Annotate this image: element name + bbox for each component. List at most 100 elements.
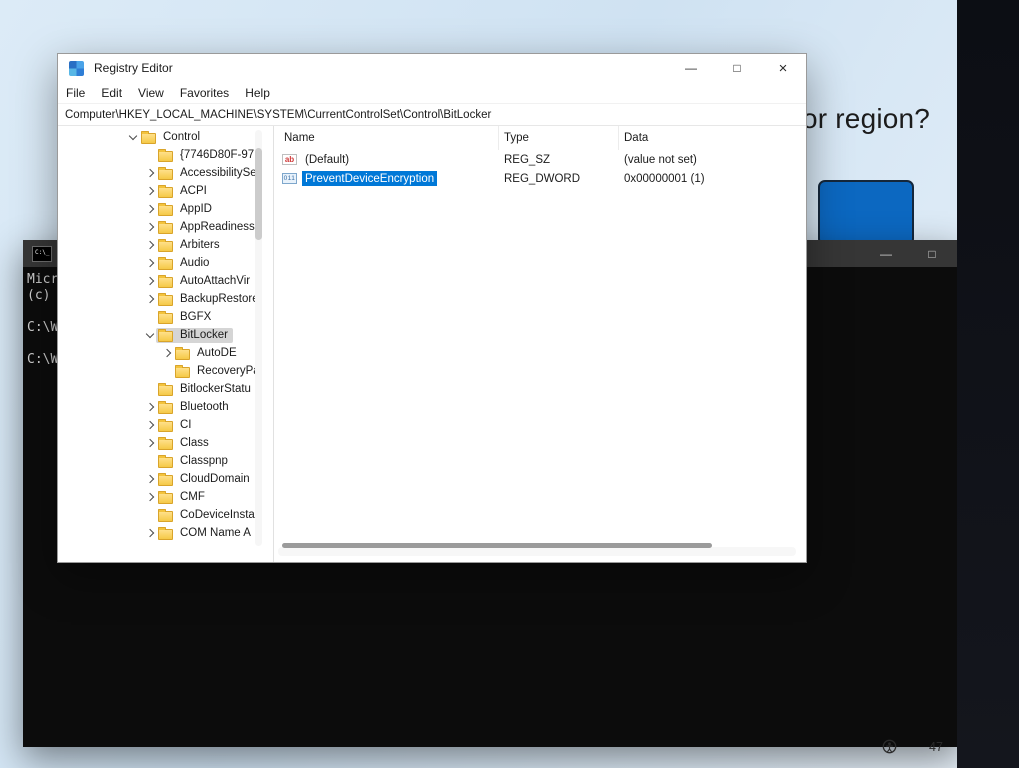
registry-tree: Control {7746D80F-97E AccessibilitySe ACPI A… xyxy=(58,128,273,542)
tree-node-classpnp[interactable]: Classpnp xyxy=(58,452,273,470)
tree-node-clouddomain[interactable]: CloudDomain xyxy=(58,470,273,488)
folder-icon xyxy=(158,151,173,162)
regedit-maximize-button[interactable]: □ xyxy=(714,54,760,82)
console-maximize-button[interactable]: □ xyxy=(909,240,955,267)
chevron-right-icon[interactable] xyxy=(143,530,156,536)
column-header-name[interactable]: Name xyxy=(274,126,499,150)
tree-node-label: CoDeviceInsta xyxy=(178,509,257,521)
tree-node-control[interactable]: Control xyxy=(58,128,273,146)
tree-node-label: AccessibilitySe xyxy=(178,167,259,179)
tree-node-cmf[interactable]: CMF xyxy=(58,488,273,506)
value-name: (Default) xyxy=(302,152,352,167)
chevron-down-icon[interactable] xyxy=(126,135,139,139)
console-minimize-button[interactable]: — xyxy=(863,240,909,267)
value-data: 0x00000001 (1) xyxy=(619,169,806,188)
folder-icon xyxy=(158,187,173,198)
tree-node-backuprestore[interactable]: BackupRestore xyxy=(58,290,273,308)
chevron-right-icon[interactable] xyxy=(143,260,156,266)
registry-value-row[interactable]: ab(Default)REG_SZ(value not set) xyxy=(274,150,806,169)
chevron-right-icon[interactable] xyxy=(143,494,156,500)
tree-node-bgfx[interactable]: BGFX xyxy=(58,308,273,326)
tree-node-ci[interactable]: CI xyxy=(58,416,273,434)
tree-node-label: Bluetooth xyxy=(178,401,231,413)
regedit-titlebar[interactable]: Registry Editor — □ × xyxy=(58,54,806,82)
reg-dword-icon: 011 xyxy=(282,173,297,184)
tree-node-class[interactable]: Class xyxy=(58,434,273,452)
tree-node-label: BGFX xyxy=(178,311,213,323)
tree-node-label: BitLocker xyxy=(178,329,230,341)
folder-icon xyxy=(158,475,173,486)
regedit-minimize-button[interactable]: — xyxy=(668,54,714,82)
tree-node-accessibilityse[interactable]: AccessibilitySe xyxy=(58,164,273,182)
column-header-data[interactable]: Data xyxy=(619,126,806,150)
tree-node-label: {7746D80F-97E xyxy=(178,149,264,161)
tree-node-label: Class xyxy=(178,437,211,449)
ease-of-access-icon[interactable] xyxy=(882,739,897,754)
chevron-right-icon[interactable] xyxy=(143,170,156,176)
chevron-right-icon[interactable] xyxy=(143,188,156,194)
regedit-menubar: FileEditViewFavoritesHelp xyxy=(58,82,806,104)
folder-icon xyxy=(158,277,173,288)
chevron-right-icon[interactable] xyxy=(143,440,156,446)
screen: or region? — □ Micr(c)C:\WC:\W Registry … xyxy=(0,0,1019,768)
tree-vertical-scrollbar-thumb[interactable] xyxy=(255,148,262,240)
tree-node-autode[interactable]: AutoDE xyxy=(58,344,273,362)
tree-node-label: BitlockerStatu xyxy=(178,383,253,395)
tree-node-label: AppID xyxy=(178,203,214,215)
chevron-right-icon[interactable] xyxy=(160,350,173,356)
chevron-right-icon[interactable] xyxy=(143,422,156,428)
folder-icon xyxy=(158,439,173,450)
tree-node-codeviceinsta[interactable]: CoDeviceInsta xyxy=(58,506,273,524)
registry-value-row[interactable]: 011PreventDeviceEncryptionREG_DWORD0x000… xyxy=(274,169,806,188)
chevron-right-icon[interactable] xyxy=(143,476,156,482)
chevron-right-icon[interactable] xyxy=(143,278,156,284)
column-header-type[interactable]: Type xyxy=(499,126,619,150)
folder-icon xyxy=(175,367,190,378)
tree-node-bluetooth[interactable]: Bluetooth xyxy=(58,398,273,416)
regedit-address-bar[interactable]: Computer\HKEY_LOCAL_MACHINE\SYSTEM\Curre… xyxy=(58,104,806,126)
tree-node-7746d80f-97e[interactable]: {7746D80F-97E xyxy=(58,146,273,164)
chevron-right-icon[interactable] xyxy=(143,206,156,212)
tree-node-arbiters[interactable]: Arbiters xyxy=(58,236,273,254)
folder-icon xyxy=(141,133,156,144)
footer-status-value[interactable]: 47 xyxy=(929,740,943,754)
chevron-down-icon[interactable] xyxy=(143,333,156,337)
tree-node-label: AppReadiness xyxy=(178,221,257,233)
tree-node-com-name-a[interactable]: COM Name A xyxy=(58,524,273,542)
tree-node-recoverypa[interactable]: RecoveryPa xyxy=(58,362,273,380)
registry-value-list-pane: NameTypeData ab(Default)REG_SZ(value not… xyxy=(274,126,806,562)
menu-edit[interactable]: Edit xyxy=(93,86,130,100)
tree-node-label: ACPI xyxy=(178,185,209,197)
list-horizontal-scrollbar-thumb[interactable] xyxy=(282,543,712,548)
chevron-right-icon[interactable] xyxy=(143,224,156,230)
chevron-right-icon[interactable] xyxy=(143,296,156,302)
tree-node-label: AutoDE xyxy=(195,347,239,359)
regedit-close-button[interactable]: × xyxy=(760,54,806,82)
tree-node-autoattachvir[interactable]: AutoAttachVir xyxy=(58,272,273,290)
menu-file[interactable]: File xyxy=(58,86,93,100)
folder-icon xyxy=(158,493,173,504)
chevron-right-icon[interactable] xyxy=(143,242,156,248)
oobe-primary-button[interactable] xyxy=(818,180,914,246)
console-caption-buttons: — □ xyxy=(863,240,955,267)
tree-node-bitlockerstatu[interactable]: BitlockerStatu xyxy=(58,380,273,398)
tree-node-bitlocker[interactable]: BitLocker xyxy=(58,326,273,344)
menu-view[interactable]: View xyxy=(130,86,172,100)
tree-node-label: CI xyxy=(178,419,194,431)
value-list-rows: ab(Default)REG_SZ(value not set)011Preve… xyxy=(274,150,806,188)
tree-node-acpi[interactable]: ACPI xyxy=(58,182,273,200)
menu-help[interactable]: Help xyxy=(237,86,278,100)
regedit-window-title: Registry Editor xyxy=(94,61,173,75)
reg-sz-icon: ab xyxy=(282,154,297,165)
tree-node-audio[interactable]: Audio xyxy=(58,254,273,272)
folder-icon xyxy=(158,529,173,540)
cmd-icon xyxy=(32,246,52,262)
chevron-right-icon[interactable] xyxy=(143,404,156,410)
menu-favorites[interactable]: Favorites xyxy=(172,86,237,100)
tree-node-appreadiness[interactable]: AppReadiness xyxy=(58,218,273,236)
regedit-body: Control {7746D80F-97E AccessibilitySe ACPI A… xyxy=(58,126,806,562)
tree-node-appid[interactable]: AppID xyxy=(58,200,273,218)
list-horizontal-scrollbar[interactable] xyxy=(278,547,796,556)
tree-node-label: RecoveryPa xyxy=(195,365,262,377)
oobe-footer: 47 xyxy=(882,739,943,754)
